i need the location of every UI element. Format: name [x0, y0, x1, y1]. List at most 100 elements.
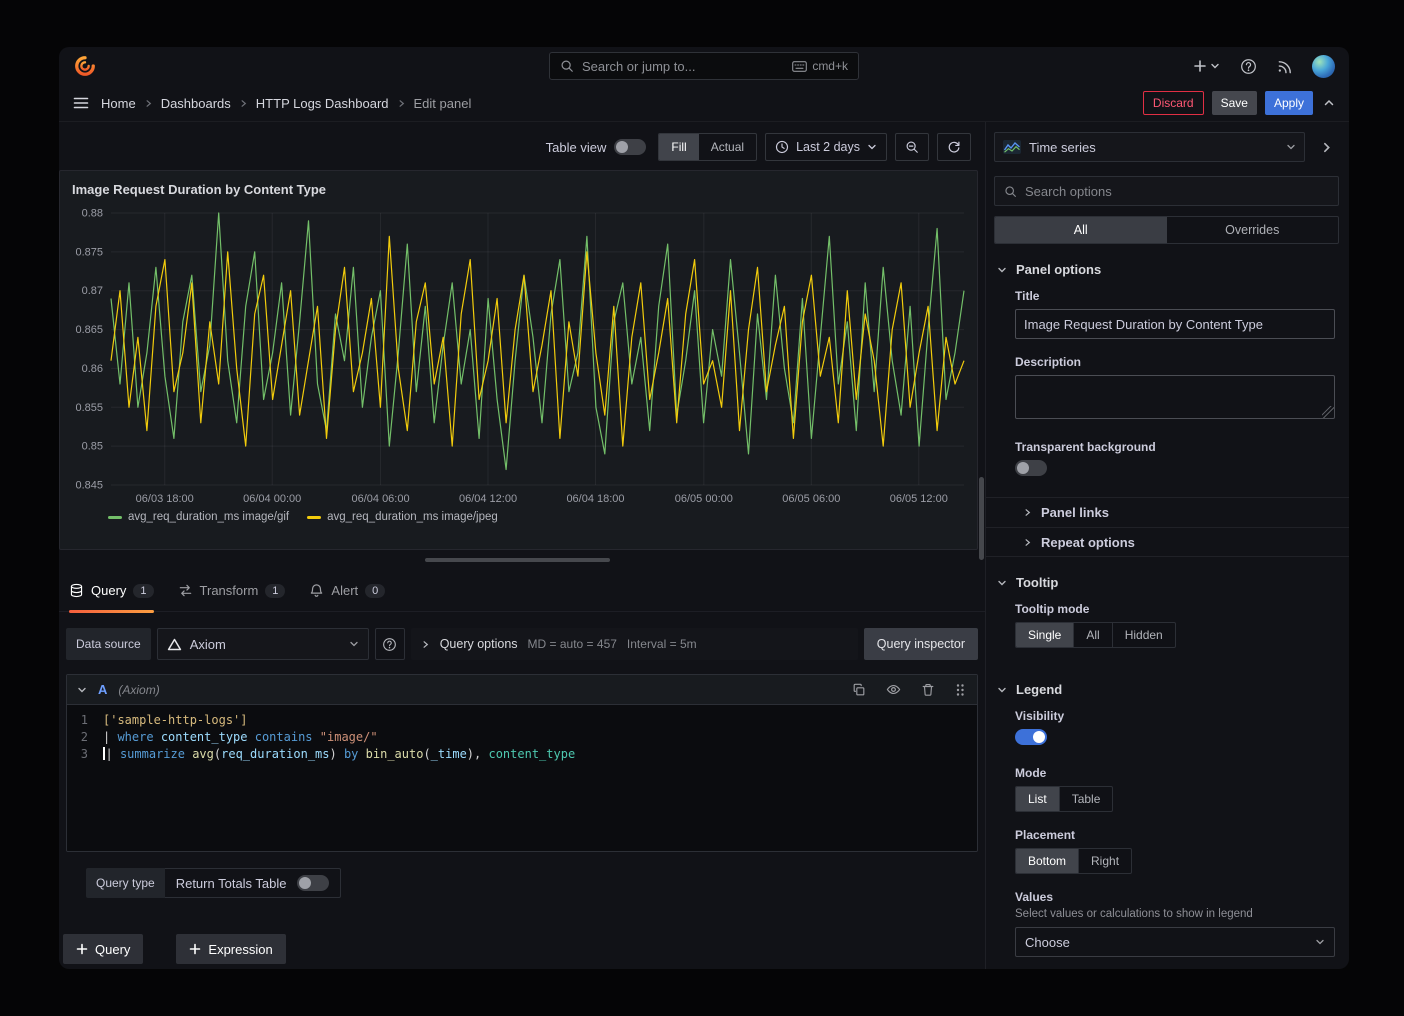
breadcrumb-home[interactable]: Home [101, 96, 136, 111]
table-view-toggle[interactable] [614, 139, 646, 155]
options-search[interactable] [994, 176, 1339, 206]
section-panel-links[interactable]: Panel links [986, 497, 1349, 527]
tooltip-mode-hidden[interactable]: Hidden [1112, 623, 1175, 647]
panel-view-toolbar: Table view Fill Actual Last 2 days [59, 122, 985, 170]
panel-title-input[interactable] [1015, 309, 1335, 339]
timeseries-chart[interactable]: 0.8450.850.8550.860.8650.870.8750.8806/0… [67, 203, 972, 509]
search-bar[interactable]: cmd+k [549, 52, 859, 80]
save-button[interactable]: Save [1212, 91, 1257, 115]
collapse-up-icon[interactable] [1321, 95, 1337, 111]
svg-text:06/03 18:00: 06/03 18:00 [136, 493, 194, 505]
add-query-button[interactable]: Query [63, 934, 143, 964]
grafana-logo[interactable] [73, 54, 97, 78]
options-tab-all[interactable]: All [995, 217, 1167, 243]
apply-button[interactable]: Apply [1265, 91, 1313, 115]
time-range-picker[interactable]: Last 2 days [765, 133, 887, 161]
legend-mode-table[interactable]: Table [1059, 787, 1113, 811]
legend-values-select[interactable]: Choose [1015, 927, 1335, 957]
section-tooltip[interactable]: Tooltip [986, 557, 1349, 600]
legend-item[interactable]: avg_req_duration_ms image/jpeg [307, 511, 498, 523]
tab-alert[interactable]: Alert 0 [309, 570, 385, 612]
options-tab-overrides[interactable]: Overrides [1167, 217, 1339, 243]
duplicate-query-icon[interactable] [850, 681, 868, 699]
datasource-help-icon[interactable] [375, 628, 405, 660]
legend-label: avg_req_duration_ms image/jpeg [327, 511, 498, 523]
section-repeat-options[interactable]: Repeat options [986, 527, 1349, 557]
transparent-background-toggle[interactable] [1015, 460, 1047, 476]
section-legend[interactable]: Legend [986, 664, 1349, 707]
options-tab-group: All Overrides [994, 216, 1339, 244]
chevron-down-icon [997, 265, 1007, 275]
timeseries-panel[interactable]: Image Request Duration by Content Type 0… [59, 170, 978, 550]
new-dropdown-button[interactable] [1191, 57, 1222, 75]
query-header[interactable]: A (Axiom) [67, 675, 977, 705]
drag-handle-icon[interactable] [953, 681, 967, 699]
section-heading: Legend [1016, 682, 1062, 697]
query-ref-id[interactable]: A [98, 682, 107, 697]
zoom-out-button[interactable] [895, 133, 929, 161]
legend-swatch [108, 516, 122, 519]
horizontal-scrollbar[interactable] [425, 558, 610, 562]
tooltip-mode-single[interactable]: Single [1016, 623, 1073, 647]
hide-query-eye-icon[interactable] [884, 680, 903, 699]
help-icon[interactable] [1238, 56, 1259, 77]
code-line[interactable]: 3| summarize avg(req_duration_ms) by bin… [67, 746, 977, 763]
search-icon [560, 59, 574, 73]
news-icon[interactable] [1275, 56, 1296, 77]
menu-toggle-icon[interactable] [71, 93, 91, 113]
user-avatar[interactable] [1312, 55, 1335, 78]
search-input[interactable] [582, 59, 784, 74]
code-line[interactable]: 1['sample-http-logs'] [67, 712, 977, 729]
code-lines: 1['sample-http-logs']2| where content_ty… [67, 712, 977, 763]
legend-item[interactable]: avg_req_duration_ms image/gif [108, 511, 289, 523]
breadcrumb-bar: Home Dashboards HTTP Logs Dashboard Edit… [59, 85, 1349, 122]
field-title: Title [1015, 289, 1335, 339]
panel-description-input[interactable] [1015, 375, 1335, 419]
options-search-input[interactable] [1025, 184, 1329, 199]
query-inspector-button[interactable]: Query inspector [864, 628, 978, 660]
chevron-right-icon [421, 640, 430, 649]
section-panel-options[interactable]: Panel options [986, 244, 1349, 287]
chevron-down-icon [349, 639, 359, 649]
refresh-button[interactable] [937, 133, 971, 161]
code-line[interactable]: 2| where content_type contains "image/" [67, 729, 977, 746]
add-query-label: Query [95, 942, 130, 957]
legend-mode-list[interactable]: List [1016, 787, 1059, 811]
datasource-row: Data source Axiom Query options MD = aut… [66, 628, 978, 660]
legend-placement-label: Placement [1015, 828, 1335, 842]
actual-option[interactable]: Actual [699, 134, 756, 160]
svg-text:06/04 18:00: 06/04 18:00 [566, 493, 624, 505]
visualization-picker[interactable]: Time series [994, 132, 1305, 162]
datasource-picker[interactable]: Axiom [157, 628, 369, 660]
query-options-md: MD = auto = 457 [528, 637, 617, 651]
chart-legend: avg_req_duration_ms image/gif avg_req_dur… [60, 509, 977, 523]
delete-query-trash-icon[interactable] [919, 681, 937, 699]
legend-values-label: Values [1015, 890, 1335, 904]
breadcrumb-dashboard-name[interactable]: HTTP Logs Dashboard [256, 96, 389, 111]
legend-placement-right[interactable]: Right [1078, 849, 1131, 873]
tab-transform[interactable]: Transform 1 [178, 570, 286, 612]
fill-option[interactable]: Fill [659, 134, 698, 160]
breadcrumb-dashboards[interactable]: Dashboards [161, 96, 231, 111]
query-options-collapsed[interactable]: Query options MD = auto = 457 Interval =… [411, 628, 858, 660]
chevron-down-icon[interactable] [77, 685, 87, 695]
chevron-right-icon [239, 99, 248, 108]
expand-pane-icon[interactable] [1313, 132, 1339, 162]
keyboard-shortcut-hint: cmd+k [792, 59, 848, 73]
add-expression-button[interactable]: Expression [176, 934, 285, 964]
panel-edit-area: Table view Fill Actual Last 2 days [59, 122, 985, 969]
edit-panel-main: Table view Fill Actual Last 2 days [59, 122, 1349, 969]
return-totals-toggle[interactable] [297, 875, 329, 891]
tab-query[interactable]: Query 1 [69, 570, 154, 612]
vertical-scrollbar[interactable] [979, 477, 984, 560]
top-navbar: cmd+k [59, 47, 1349, 85]
line-number: 2 [67, 729, 103, 746]
legend-visibility-toggle[interactable] [1015, 729, 1047, 745]
query-code-editor[interactable]: 1['sample-http-logs']2| where content_ty… [67, 705, 977, 851]
discard-button[interactable]: Discard [1143, 91, 1204, 115]
chevron-down-icon [1286, 142, 1296, 152]
tooltip-mode-all[interactable]: All [1073, 623, 1111, 647]
chevron-down-icon [1210, 61, 1220, 71]
breadcrumb: Home Dashboards HTTP Logs Dashboard Edit… [101, 96, 471, 111]
legend-placement-bottom[interactable]: Bottom [1016, 849, 1078, 873]
